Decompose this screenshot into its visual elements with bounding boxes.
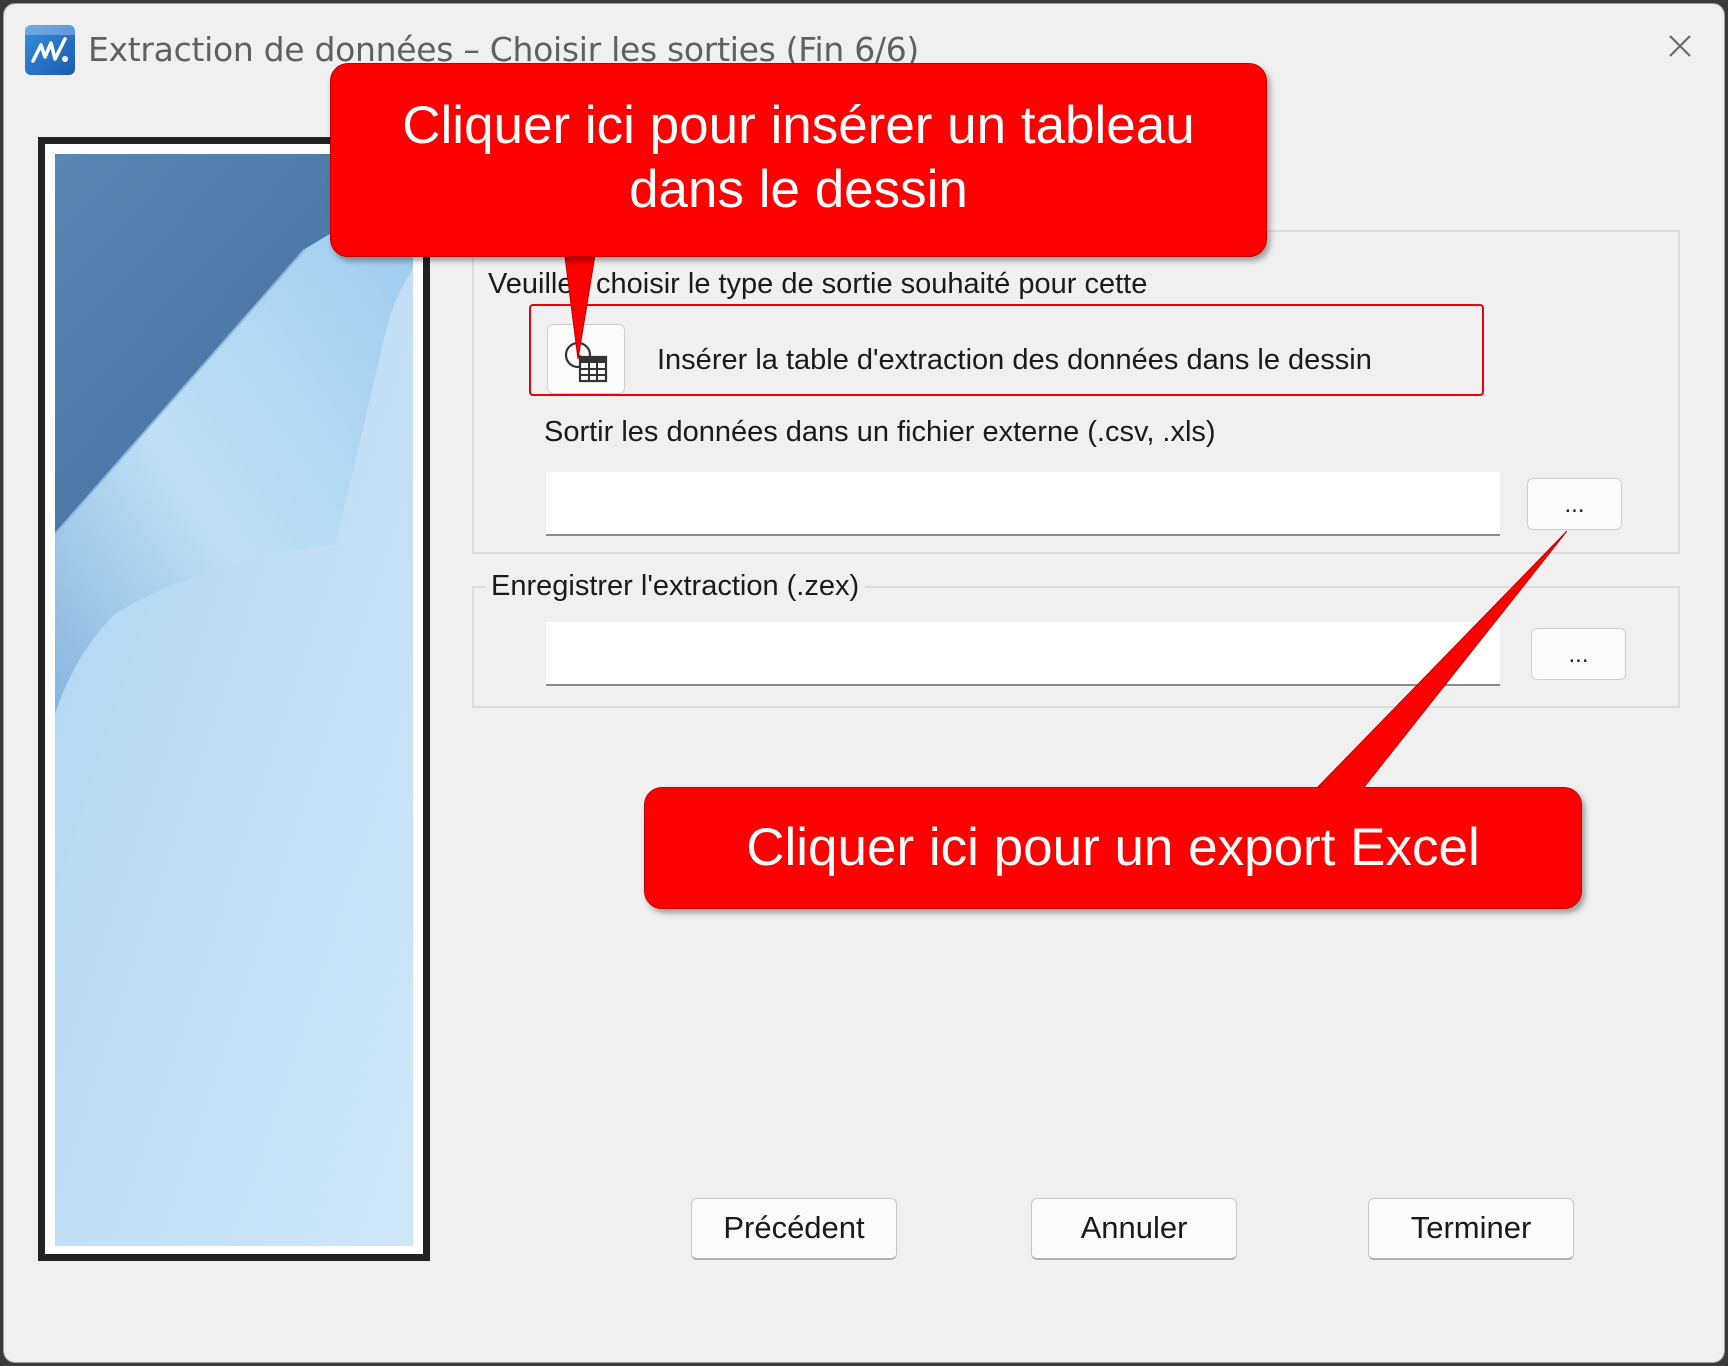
excel-export-callout: Cliquer ici pour un export Excel <box>644 787 1582 909</box>
insert-table-callout: Cliquer ici pour insérer un tableau dans… <box>330 63 1267 257</box>
excel-callout-pointer <box>1312 530 1568 792</box>
insert-table-callout-pointer <box>563 248 597 360</box>
insert-table-callout-line-2: dans le dessin <box>629 160 968 219</box>
insert-table-callout-line-1: Cliquer ici pour insérer un tableau <box>402 96 1195 155</box>
excel-export-callout-text: Cliquer ici pour un export Excel <box>746 818 1480 877</box>
dialog-window: Extraction de données – Choisir les sort… <box>3 3 1725 1363</box>
